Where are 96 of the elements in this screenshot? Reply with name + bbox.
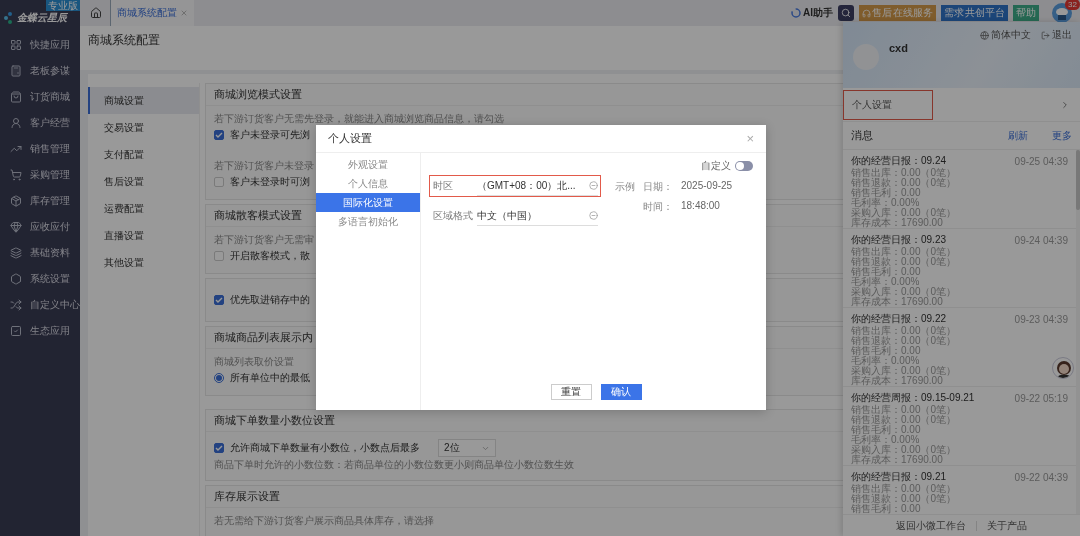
message-title: 你的经营日报：09.22 bbox=[851, 312, 947, 325]
user-icon bbox=[10, 117, 22, 129]
message-title: 你的经营周报：09.15-09.21 bbox=[851, 391, 975, 404]
custom-toggle[interactable] bbox=[735, 161, 753, 171]
logo-icon bbox=[4, 12, 14, 24]
hexagon-icon bbox=[10, 273, 22, 285]
dialog-nav-item[interactable]: 外观设置 bbox=[316, 155, 420, 174]
box-icon bbox=[10, 195, 22, 207]
page-tab[interactable]: 商城系统配置 bbox=[110, 0, 194, 26]
gem-icon bbox=[10, 221, 22, 233]
sidebar-item[interactable]: 自定义中心 bbox=[0, 292, 80, 318]
edition-badge: 专业版 bbox=[46, 0, 80, 11]
logout-icon bbox=[1041, 30, 1050, 40]
ring-icon bbox=[791, 8, 801, 18]
calculator-icon bbox=[10, 65, 22, 77]
sidebar-item[interactable]: 订货商城 bbox=[0, 84, 80, 110]
service-button[interactable]: 售后在线服务 bbox=[859, 5, 936, 21]
select-field[interactable]: （GMT+08：00）北... bbox=[477, 176, 598, 196]
cart-icon bbox=[10, 169, 22, 181]
option-label: 开启散客模式，散 bbox=[230, 249, 310, 263]
example-value: 2025-09-25 bbox=[681, 180, 733, 193]
settings-nav-item[interactable]: 支付配置 bbox=[88, 141, 199, 168]
settings-nav-item[interactable]: 直播设置 bbox=[88, 222, 199, 249]
sidebar-item[interactable]: 客户经营 bbox=[0, 110, 80, 136]
settings-nav-item[interactable]: 其他设置 bbox=[88, 249, 199, 276]
confirm-button[interactable]: 确认 bbox=[600, 384, 642, 400]
search-button[interactable] bbox=[838, 5, 854, 21]
message-title: 你的经营日报：09.23 bbox=[851, 233, 947, 246]
demand-button[interactable]: 需求共创平台 bbox=[941, 5, 1008, 21]
field-label: 区域格式 bbox=[433, 209, 474, 223]
logo-text: 金蝶云星辰 bbox=[17, 12, 67, 24]
dialog-nav-item[interactable]: 国际化设置 bbox=[316, 193, 420, 212]
sidebar-item[interactable]: 系统设置 bbox=[0, 266, 80, 292]
sidebar-item[interactable]: 库存管理 bbox=[0, 188, 80, 214]
message-action-link[interactable]: 更多 bbox=[1052, 128, 1072, 143]
message-time: 09-24 04:39 bbox=[1014, 234, 1068, 246]
globe-icon bbox=[980, 30, 989, 40]
checkbox[interactable] bbox=[214, 130, 224, 140]
minus-circle-icon bbox=[589, 211, 598, 220]
bag-icon bbox=[10, 91, 22, 103]
sidebar-item[interactable]: 应收应付 bbox=[0, 214, 80, 240]
message-action-link[interactable]: 刷新 bbox=[1008, 128, 1028, 143]
checkbox[interactable] bbox=[214, 295, 224, 305]
chart-icon bbox=[10, 143, 22, 155]
dialog-title: 个人设置 bbox=[328, 131, 372, 146]
ai-assistant-link[interactable]: AI助手 bbox=[791, 6, 833, 20]
messages-title: 消息 bbox=[851, 128, 874, 143]
example-label: 示例 bbox=[615, 180, 635, 194]
language-link[interactable]: 简体中文 bbox=[980, 28, 1031, 42]
option-label: 允许商城下单数量有小数位，小数点后最多 bbox=[230, 441, 420, 455]
radio-button[interactable] bbox=[214, 373, 224, 383]
message-title: 你的经营日报：09.24 bbox=[851, 154, 947, 167]
field-label: 时区 bbox=[433, 179, 454, 193]
checkbox[interactable] bbox=[214, 443, 224, 453]
settings-nav-item[interactable]: 运费配置 bbox=[88, 195, 199, 222]
settings-nav-item[interactable]: 交易设置 bbox=[88, 114, 199, 141]
message-time: 09-22 04:39 bbox=[1014, 471, 1068, 483]
message-time: 09-25 04:39 bbox=[1014, 155, 1068, 167]
sidebar-item[interactable]: 快捷应用 bbox=[0, 32, 80, 58]
option-label: 客户未登录可先浏 bbox=[230, 128, 310, 142]
option-label: 所有单位中的最低 bbox=[230, 371, 310, 385]
option-label: 优先取进销存中的 bbox=[230, 293, 310, 307]
message-title: 你的经营日报：09.21 bbox=[851, 470, 947, 483]
select-field[interactable]: 中文（中国） bbox=[477, 206, 598, 226]
headset-icon bbox=[862, 8, 871, 18]
footer-link[interactable]: 返回小微工作台 bbox=[896, 518, 966, 533]
home-icon[interactable] bbox=[90, 7, 102, 19]
settings-nav-item[interactable]: 售后设置 bbox=[88, 168, 199, 195]
settings-nav-item[interactable]: 商城设置 bbox=[88, 87, 199, 114]
option-label: 客户未登录时可浏 bbox=[230, 175, 310, 189]
checkbox-icon bbox=[10, 325, 22, 337]
shuffle-icon bbox=[10, 299, 22, 311]
sidebar-item[interactable]: 老板参谋 bbox=[0, 58, 80, 84]
close-button[interactable]: × bbox=[746, 131, 754, 146]
notification-badge: 32 bbox=[1065, 0, 1080, 10]
chevron-right-icon bbox=[1060, 99, 1070, 110]
select-field[interactable]: 2位 bbox=[438, 439, 496, 457]
reset-button[interactable]: 重置 bbox=[550, 384, 592, 400]
sidebar-item[interactable]: 采购管理 bbox=[0, 162, 80, 188]
search-icon bbox=[841, 8, 851, 18]
grid-icon bbox=[10, 39, 22, 51]
footer-link[interactable]: 关于产品 bbox=[987, 518, 1027, 533]
logout-link[interactable]: 退出 bbox=[1041, 28, 1072, 42]
dialog-nav-item[interactable]: 个人信息 bbox=[316, 174, 420, 193]
description-text: 若下游订货客户无需审 bbox=[214, 233, 314, 247]
minus-circle-icon bbox=[589, 181, 598, 190]
sidebar-item[interactable]: 基础资料 bbox=[0, 240, 80, 266]
example-key: 日期： bbox=[643, 180, 673, 194]
username: cxd bbox=[889, 42, 908, 54]
help-button[interactable]: 帮助 bbox=[1013, 5, 1039, 21]
sidebar-item[interactable]: 生态应用 bbox=[0, 318, 80, 344]
message-time: 09-23 04:39 bbox=[1014, 313, 1068, 325]
message-time: 09-22 05:19 bbox=[1014, 392, 1068, 404]
toggle-label: 自定义 bbox=[701, 159, 731, 173]
layers-icon bbox=[10, 247, 22, 259]
sidebar-item[interactable]: 销售管理 bbox=[0, 136, 80, 162]
